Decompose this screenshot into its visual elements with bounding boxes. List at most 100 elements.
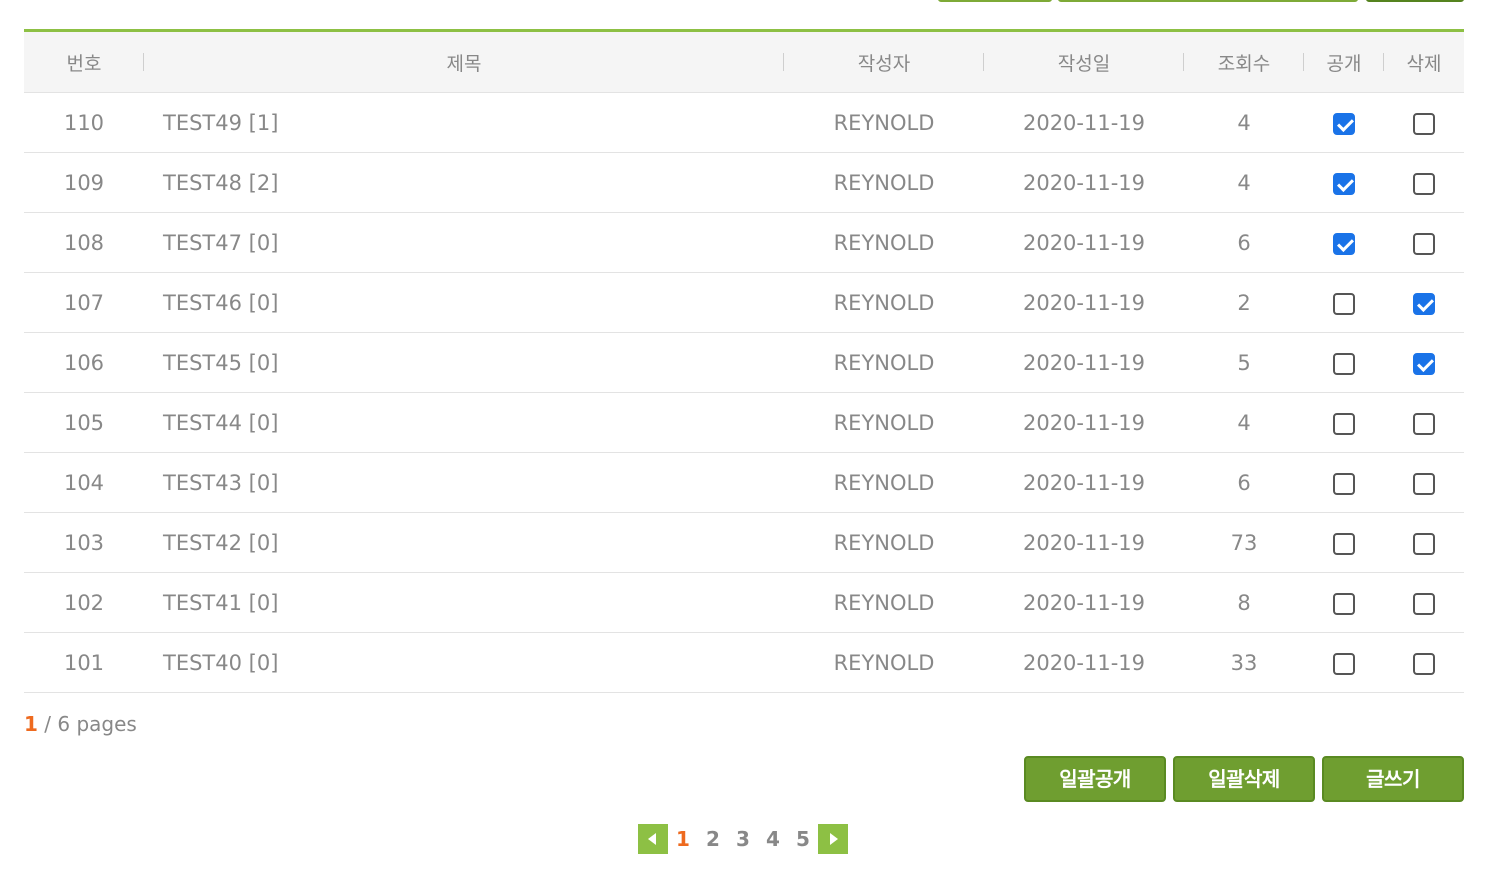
public-checkbox[interactable] — [1333, 532, 1355, 555]
table-row: 104 TEST43 [0] REYNOLD 2020-11-19 6 — [24, 453, 1464, 513]
cell-date: 2020-11-19 — [1022, 350, 1146, 375]
cell-no: 107 — [63, 290, 105, 315]
cell-views: 6 — [1237, 230, 1251, 255]
cell-views: 2 — [1237, 290, 1251, 315]
cell-views: 4 — [1237, 110, 1251, 135]
delete-checkbox[interactable] — [1413, 532, 1435, 555]
cell-author: REYNOLD — [833, 470, 935, 495]
public-checkbox[interactable] — [1333, 652, 1355, 675]
cell-date: 2020-11-19 — [1022, 650, 1146, 675]
table-row: 106 TEST45 [0] REYNOLD 2020-11-19 5 — [24, 333, 1464, 393]
cell-date: 2020-11-19 — [1022, 590, 1146, 615]
header-no: 번호 — [24, 49, 144, 76]
cell-no: 104 — [63, 470, 105, 495]
post-title-link[interactable]: TEST44 [0] — [144, 411, 784, 435]
public-checkbox-cell — [1304, 471, 1384, 495]
search-input[interactable] — [1058, 0, 1358, 2]
delete-checkbox[interactable] — [1413, 292, 1435, 315]
public-checkbox-cell — [1304, 291, 1384, 315]
prev-page-arrow-icon[interactable] — [638, 824, 668, 854]
page-link[interactable]: 1 — [668, 824, 698, 854]
table-row: 110 TEST49 [1] REYNOLD 2020-11-19 4 — [24, 93, 1464, 153]
delete-checkbox[interactable] — [1413, 112, 1435, 135]
post-title-link[interactable]: TEST43 [0] — [144, 471, 784, 495]
page-info: 1 / 6 pages — [24, 712, 137, 736]
cell-views: 73 — [1230, 530, 1258, 555]
public-checkbox-cell — [1304, 171, 1384, 195]
cell-author: REYNOLD — [833, 170, 935, 195]
write-button[interactable]: 글쓰기 — [1322, 756, 1464, 802]
page-link[interactable]: 3 — [728, 824, 758, 854]
search-type-select[interactable] — [938, 0, 1052, 2]
delete-checkbox-cell — [1384, 471, 1464, 495]
post-title-link[interactable]: TEST46 [0] — [144, 291, 784, 315]
header-views: 조회수 — [1184, 49, 1304, 76]
public-checkbox-cell — [1304, 591, 1384, 615]
delete-checkbox[interactable] — [1413, 352, 1435, 375]
bulk-public-button[interactable]: 일괄공개 — [1024, 756, 1166, 802]
post-title-link[interactable]: TEST41 [0] — [144, 591, 784, 615]
post-title-link[interactable]: TEST45 [0] — [144, 351, 784, 375]
public-checkbox[interactable] — [1333, 232, 1355, 255]
delete-checkbox[interactable] — [1413, 592, 1435, 615]
next-page-arrow-icon[interactable] — [818, 824, 848, 854]
cell-date: 2020-11-19 — [1022, 410, 1146, 435]
cell-views: 33 — [1230, 650, 1258, 675]
public-checkbox[interactable] — [1333, 592, 1355, 615]
public-checkbox[interactable] — [1333, 412, 1355, 435]
table-row: 103 TEST42 [0] REYNOLD 2020-11-19 73 — [24, 513, 1464, 573]
public-checkbox-cell — [1304, 411, 1384, 435]
cell-views: 4 — [1237, 410, 1251, 435]
public-checkbox[interactable] — [1333, 292, 1355, 315]
public-checkbox-cell — [1304, 111, 1384, 135]
page-link[interactable]: 4 — [758, 824, 788, 854]
public-checkbox[interactable] — [1333, 352, 1355, 375]
page-link[interactable]: 2 — [698, 824, 728, 854]
cell-author: REYNOLD — [833, 650, 935, 675]
table-body: 110 TEST49 [1] REYNOLD 2020-11-19 4 109 TEST48… — [24, 93, 1464, 693]
cell-views: 6 — [1237, 470, 1251, 495]
cell-no: 110 — [63, 110, 105, 135]
delete-checkbox[interactable] — [1413, 412, 1435, 435]
public-checkbox-cell — [1304, 651, 1384, 675]
cell-no: 105 — [63, 410, 105, 435]
delete-checkbox[interactable] — [1413, 652, 1435, 675]
delete-checkbox[interactable] — [1413, 232, 1435, 255]
cell-author: REYNOLD — [833, 110, 935, 135]
cell-no: 109 — [63, 170, 105, 195]
public-checkbox-cell — [1304, 231, 1384, 255]
table-row: 109 TEST48 [2] REYNOLD 2020-11-19 4 — [24, 153, 1464, 213]
header-public: 공개 — [1304, 49, 1384, 76]
post-title-link[interactable]: TEST40 [0] — [144, 651, 784, 675]
public-checkbox-cell — [1304, 531, 1384, 555]
post-title-link[interactable]: TEST48 [2] — [144, 171, 784, 195]
cell-no: 108 — [63, 230, 105, 255]
post-title-link[interactable]: TEST47 [0] — [144, 231, 784, 255]
public-checkbox[interactable] — [1333, 112, 1355, 135]
header-date: 작성일 — [984, 49, 1184, 76]
post-title-link[interactable]: TEST42 [0] — [144, 531, 784, 555]
delete-checkbox-cell — [1384, 651, 1464, 675]
table-row: 107 TEST46 [0] REYNOLD 2020-11-19 2 — [24, 273, 1464, 333]
cell-author: REYNOLD — [833, 410, 935, 435]
bulk-delete-button[interactable]: 일괄삭제 — [1173, 756, 1315, 802]
delete-checkbox[interactable] — [1413, 172, 1435, 195]
cell-date: 2020-11-19 — [1022, 170, 1146, 195]
delete-checkbox[interactable] — [1413, 472, 1435, 495]
page-link[interactable]: 5 — [788, 824, 818, 854]
cell-date: 2020-11-19 — [1022, 530, 1146, 555]
cell-author: REYNOLD — [833, 590, 935, 615]
table-row: 101 TEST40 [0] REYNOLD 2020-11-19 33 — [24, 633, 1464, 693]
public-checkbox[interactable] — [1333, 172, 1355, 195]
cell-no: 103 — [63, 530, 105, 555]
delete-checkbox-cell — [1384, 111, 1464, 135]
public-checkbox[interactable] — [1333, 472, 1355, 495]
cell-date: 2020-11-19 — [1022, 110, 1146, 135]
page-numbers: 12345 — [668, 824, 818, 854]
delete-checkbox-cell — [1384, 291, 1464, 315]
post-title-link[interactable]: TEST49 [1] — [144, 111, 784, 135]
search-button[interactable] — [1366, 0, 1464, 2]
delete-checkbox-cell — [1384, 531, 1464, 555]
page-info-total: / 6 pages — [37, 712, 137, 736]
header-title: 제목 — [144, 49, 784, 76]
